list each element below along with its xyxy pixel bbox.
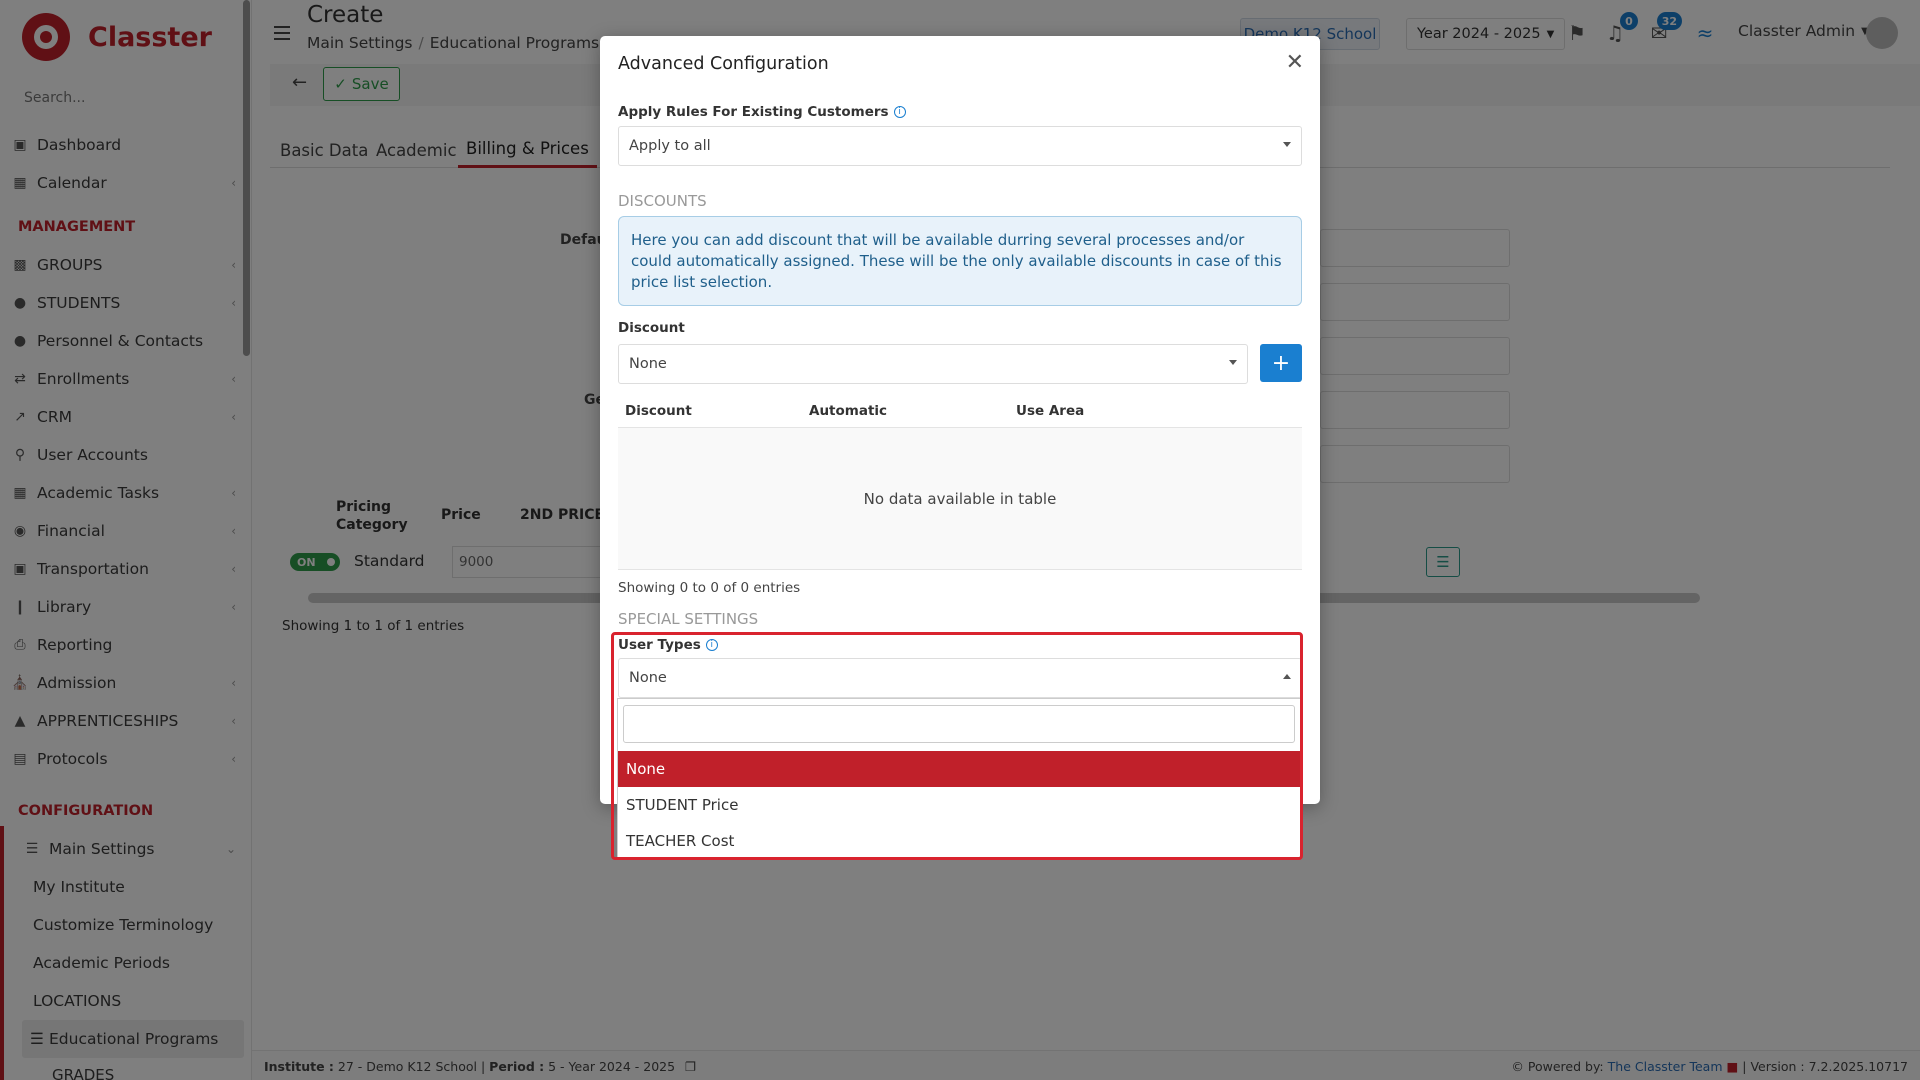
column-automatic[interactable]: Automatic — [809, 403, 887, 419]
highlight-frame — [611, 632, 1303, 860]
apply-rules-select[interactable]: Apply to all — [618, 126, 1302, 166]
discounts-table-info: Showing 0 to 0 of 0 entries — [618, 580, 801, 596]
discounts-table-empty: No data available in table — [618, 428, 1302, 570]
caret-down-icon — [1283, 142, 1291, 147]
discounts-info-box: Here you can add discount that will be a… — [618, 216, 1302, 306]
discounts-section-title: DISCOUNTS — [618, 192, 707, 210]
discount-value: None — [629, 356, 667, 372]
info-icon[interactable]: i — [893, 106, 906, 118]
apply-rules-value: Apply to all — [629, 138, 711, 154]
discount-select[interactable]: None — [618, 344, 1248, 384]
column-use-area[interactable]: Use Area — [1016, 403, 1084, 419]
column-discount[interactable]: Discount — [625, 403, 692, 419]
apply-rules-label: Apply Rules For Existing Customers i — [618, 104, 906, 120]
caret-down-icon — [1229, 360, 1237, 365]
add-discount-button[interactable]: + — [1260, 344, 1302, 382]
apply-rules-text: Apply Rules For Existing Customers — [618, 104, 889, 120]
modal-title: Advanced Configuration — [618, 54, 829, 74]
discount-label: Discount — [618, 320, 685, 336]
close-icon[interactable]: ✕ — [1286, 50, 1304, 75]
special-settings-title: SPECIAL SETTINGS — [618, 610, 759, 628]
discounts-table-header: Discount Automatic Use Area — [618, 392, 1302, 428]
